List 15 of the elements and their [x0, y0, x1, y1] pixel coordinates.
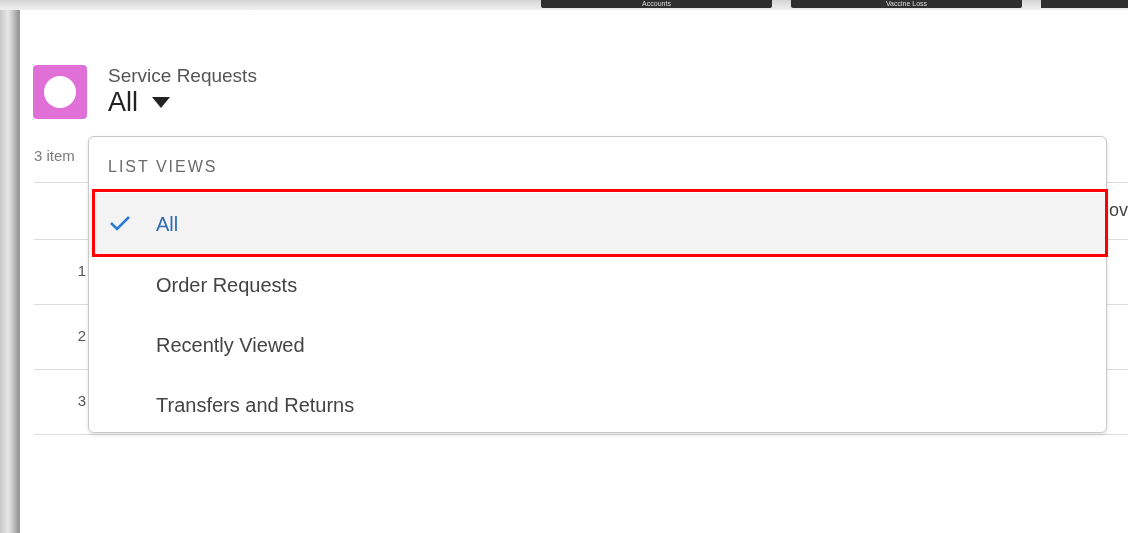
- row-number: 2: [76, 326, 86, 347]
- row-number: 3: [76, 391, 86, 412]
- list-view-selector[interactable]: All: [108, 87, 170, 117]
- row-number: 1: [76, 261, 86, 282]
- caret-icon: [152, 96, 170, 108]
- item-count: 3 item: [34, 146, 76, 166]
- service-request-icon: [33, 65, 87, 119]
- list-view-option[interactable]: Transfers and Returns: [89, 375, 1106, 435]
- browser-tab[interactable]: [1041, 0, 1128, 8]
- list-view-option[interactable]: Order Requests: [89, 255, 1106, 315]
- object-label: Service Requests: [108, 65, 257, 87]
- dropdown-heading: LIST VIEWS: [108, 157, 219, 177]
- list-view-option[interactable]: Recently Viewed: [89, 315, 1106, 375]
- column-header[interactable]: ov: [1109, 197, 1128, 224]
- checkmark-icon: [109, 215, 131, 231]
